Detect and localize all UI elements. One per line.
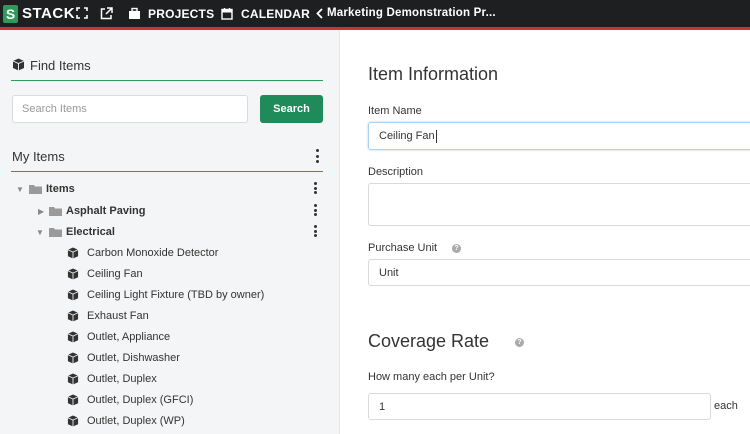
caret-right-icon[interactable]: ▶ bbox=[38, 207, 44, 216]
top-nav-bar: S STACK PROJECTS CALENDAR Marketing Demo… bbox=[0, 0, 750, 27]
description-label: Description bbox=[368, 166, 424, 178]
caret-down-icon[interactable]: ▼ bbox=[36, 228, 44, 237]
cube-icon bbox=[67, 415, 79, 430]
caret-down-icon[interactable]: ▼ bbox=[16, 185, 24, 194]
tree-item[interactable]: Exhaust Fan bbox=[0, 306, 340, 326]
my-items-title: My Items bbox=[12, 149, 65, 164]
tree-item[interactable]: Outlet, Appliance bbox=[0, 327, 340, 347]
cube-icon bbox=[67, 247, 79, 262]
tree-item[interactable]: Outlet, Duplex (WP) bbox=[0, 411, 340, 431]
tree-item[interactable]: Ceiling Fan bbox=[0, 264, 340, 284]
cube-icon bbox=[67, 373, 79, 388]
cube-icon bbox=[67, 268, 79, 283]
item-name-input[interactable]: Ceiling Fan bbox=[368, 122, 750, 150]
folder-icon bbox=[49, 206, 62, 219]
nav-projects[interactable]: PROJECTS bbox=[148, 7, 214, 21]
tree-row-asphalt-paving[interactable]: ▶ Asphalt Paving bbox=[0, 201, 340, 221]
fullscreen-icon[interactable] bbox=[76, 7, 88, 19]
coverage-question-label: How many each per Unit? bbox=[368, 371, 495, 383]
description-textarea[interactable] bbox=[368, 183, 750, 226]
find-items-divider bbox=[11, 80, 323, 81]
stack-logo[interactable]: S STACK bbox=[3, 0, 75, 27]
find-items-title: Find Items bbox=[30, 58, 91, 73]
tree-item[interactable]: Outlet, Duplex bbox=[0, 369, 340, 389]
cube-icon bbox=[67, 310, 79, 325]
tree-item-label: Outlet, Duplex (WP) bbox=[87, 415, 185, 427]
cube-icon bbox=[67, 394, 79, 409]
stack-logo-text: STACK bbox=[22, 5, 76, 22]
tree-row-electrical[interactable]: ▼ Electrical bbox=[0, 222, 340, 242]
tree-item-label: Outlet, Appliance bbox=[87, 331, 171, 343]
tree-item-label: Carbon Monoxide Detector bbox=[87, 247, 219, 259]
tree-row-items[interactable]: ▼ Items bbox=[0, 179, 340, 199]
coverage-unit-suffix: each bbox=[714, 400, 738, 412]
tree-item-label: Exhaust Fan bbox=[87, 310, 149, 322]
coverage-quantity-input[interactable]: 1 bbox=[368, 393, 711, 420]
project-breadcrumb[interactable]: Marketing Demonstration Pr... bbox=[327, 7, 496, 19]
help-icon[interactable]: ? bbox=[515, 338, 524, 347]
nav-calendar[interactable]: CALENDAR bbox=[241, 7, 310, 21]
help-icon[interactable]: ? bbox=[452, 244, 461, 253]
item-detail-panel: Item Information Item Name Ceiling Fan D… bbox=[341, 30, 750, 434]
tree-item[interactable]: Outlet, Duplex (GFCI) bbox=[0, 390, 340, 410]
tree-item-label: Outlet, Duplex bbox=[87, 373, 157, 385]
folder-icon bbox=[29, 184, 42, 197]
cube-icon bbox=[12, 58, 25, 76]
my-items-menu-icon[interactable] bbox=[314, 149, 320, 163]
chevron-left-icon[interactable] bbox=[316, 8, 323, 19]
tree-label-items: Items bbox=[46, 183, 75, 195]
tree-item-label: Outlet, Duplex (GFCI) bbox=[87, 394, 194, 406]
items-sidebar: Find Items Search Items Search My Items … bbox=[0, 30, 340, 434]
item-name-value: Ceiling Fan bbox=[379, 130, 435, 142]
tree-label-folder: Asphalt Paving bbox=[66, 205, 146, 217]
my-items-divider bbox=[11, 171, 323, 172]
tree-item-label: Ceiling Fan bbox=[87, 268, 143, 280]
purchase-unit-select[interactable]: Unit bbox=[368, 259, 750, 286]
search-button[interactable]: Search bbox=[260, 95, 323, 123]
cube-icon bbox=[67, 331, 79, 346]
tree-item[interactable]: Ceiling Light Fixture (TBD by owner) bbox=[0, 285, 340, 305]
item-name-label: Item Name bbox=[368, 105, 422, 117]
external-link-icon[interactable] bbox=[100, 7, 113, 20]
cube-icon bbox=[67, 289, 79, 304]
tree-item[interactable]: Outlet, Dishwasher bbox=[0, 348, 340, 368]
projects-icon[interactable] bbox=[128, 7, 141, 20]
cube-icon bbox=[67, 352, 79, 367]
coverage-rate-title: Coverage Rate bbox=[368, 331, 490, 351]
electrical-menu-icon[interactable] bbox=[312, 225, 318, 237]
search-items-input[interactable]: Search Items bbox=[12, 95, 248, 123]
stack-logo-icon: S bbox=[3, 4, 18, 23]
item-information-title: Item Information bbox=[368, 64, 499, 84]
purchase-unit-label: Purchase Unit bbox=[368, 242, 438, 254]
tree-item-label: Outlet, Dishwasher bbox=[87, 352, 180, 364]
items-menu-icon[interactable] bbox=[312, 182, 318, 194]
tree-item-label: Ceiling Light Fixture (TBD by owner) bbox=[87, 289, 265, 301]
asphalt-paving-menu-icon[interactable] bbox=[312, 204, 318, 216]
tree-item[interactable]: Carbon Monoxide Detector bbox=[0, 243, 340, 263]
folder-icon bbox=[49, 227, 62, 240]
text-cursor bbox=[435, 129, 437, 143]
calendar-icon[interactable] bbox=[221, 7, 233, 20]
tree-label-folder: Electrical bbox=[66, 226, 115, 238]
